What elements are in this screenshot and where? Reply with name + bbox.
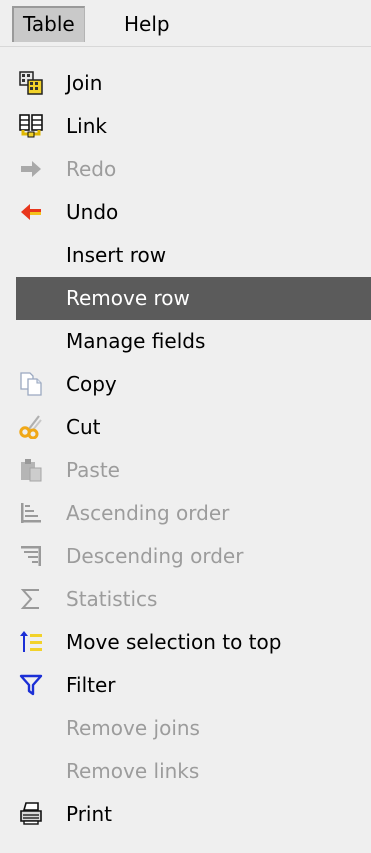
menu-item-label: Join	[66, 71, 103, 95]
menu-item-move-selection-to-top[interactable]: Move selection to top	[16, 621, 371, 664]
menu-item-label: Print	[66, 802, 113, 826]
menu-item-join[interactable]: Join	[16, 62, 371, 105]
menu-item-filter[interactable]: Filter	[16, 664, 371, 707]
menu-item-remove-row[interactable]: Remove row	[16, 277, 371, 320]
menu-item-copy[interactable]: Copy	[16, 363, 371, 406]
paste-icon	[19, 458, 43, 482]
menu-item-label: Filter	[66, 673, 116, 697]
menu-item-cut[interactable]: Cut	[16, 406, 371, 449]
menu-item-paste[interactable]: Paste	[16, 449, 371, 492]
menu-item-remove-links[interactable]: Remove links	[16, 750, 371, 793]
menu-item-remove-joins[interactable]: Remove joins	[16, 707, 371, 750]
table-dropdown-menu: Join Link Redo Undo Insert row Remove ro…	[0, 47, 371, 853]
scissors-icon	[19, 415, 43, 440]
menu-item-label: Remove links	[66, 759, 200, 783]
link-icon	[19, 114, 43, 138]
menu-help[interactable]: Help	[112, 6, 182, 42]
move-to-top-icon	[19, 630, 43, 654]
menu-item-redo[interactable]: Redo	[16, 148, 371, 191]
menu-item-label: Move selection to top	[66, 630, 282, 654]
menu-item-label: Paste	[66, 458, 120, 482]
join-icon	[19, 71, 43, 95]
menu-item-label: Undo	[66, 200, 119, 224]
undo-arrow-icon	[19, 200, 43, 224]
sort-descending-icon	[19, 544, 43, 568]
menu-item-descending-order[interactable]: Descending order	[16, 535, 371, 578]
menu-item-label: Manage fields	[66, 329, 206, 353]
menu-item-print[interactable]: Print	[16, 793, 371, 836]
menu-item-statistics[interactable]: Statistics	[16, 578, 371, 621]
printer-icon	[19, 802, 43, 826]
menu-item-ascending-order[interactable]: Ascending order	[16, 492, 371, 535]
menu-table[interactable]: Table	[12, 6, 85, 42]
menu-item-undo[interactable]: Undo	[16, 191, 371, 234]
redo-arrow-icon	[19, 157, 43, 181]
menu-item-label: Cut	[66, 415, 101, 439]
menu-item-label: Ascending order	[66, 501, 230, 525]
sigma-icon	[19, 587, 43, 611]
menu-item-insert-row[interactable]: Insert row	[16, 234, 371, 277]
menu-item-label: Redo	[66, 157, 117, 181]
menu-item-manage-fields[interactable]: Manage fields	[16, 320, 371, 363]
sort-ascending-icon	[19, 501, 43, 525]
menu-item-label: Statistics	[66, 587, 158, 611]
menu-item-label: Remove row	[66, 286, 190, 310]
filter-funnel-icon	[19, 673, 43, 697]
menubar: Table Help	[0, 0, 371, 47]
copy-icon	[19, 372, 43, 396]
menu-item-link[interactable]: Link	[16, 105, 371, 148]
menu-item-label: Remove joins	[66, 716, 200, 740]
menu-item-label: Copy	[66, 372, 117, 396]
menu-item-label: Insert row	[66, 243, 167, 267]
menu-item-label: Descending order	[66, 544, 244, 568]
menu-item-label: Link	[66, 114, 107, 138]
